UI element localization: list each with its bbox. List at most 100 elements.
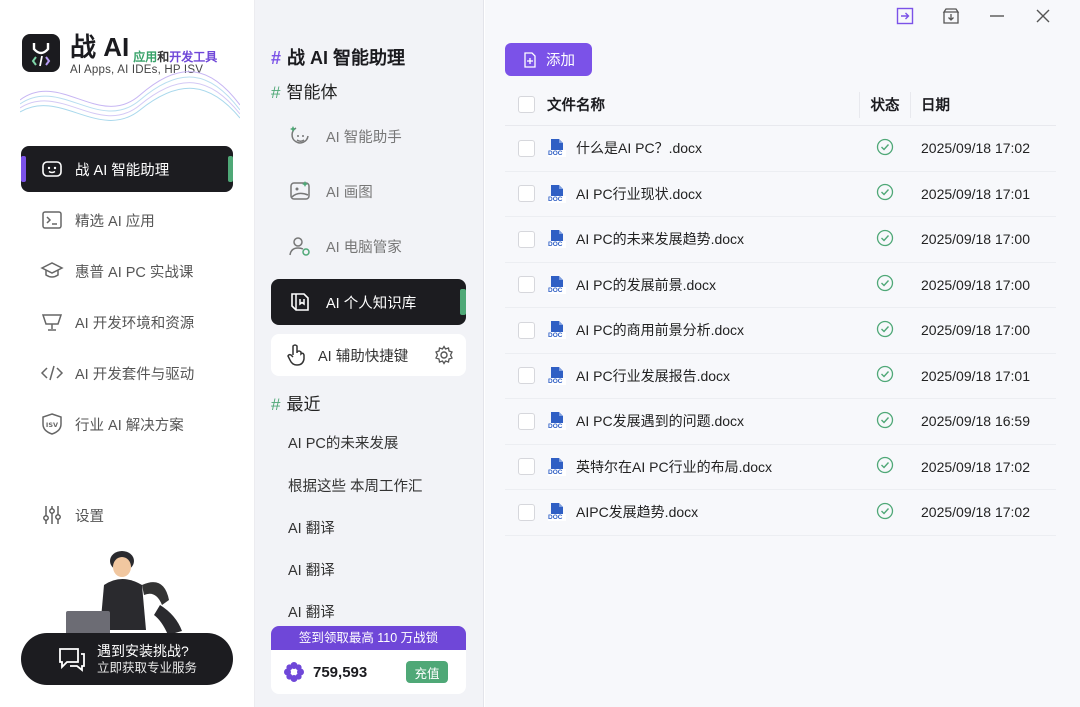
row-checkbox[interactable] — [517, 276, 535, 294]
support-title: 遇到安装挑战? — [97, 642, 189, 659]
doc-badge: DOC — [548, 514, 563, 522]
select-all-checkbox[interactable] — [517, 96, 535, 113]
column-header-date[interactable]: 日期 — [911, 94, 950, 115]
agent-pc-manager[interactable]: AI 电脑管家 — [271, 223, 466, 269]
file-name[interactable]: AI PC行业现状.docx — [576, 184, 702, 204]
file-name[interactable]: AIPC发展趋势.docx — [576, 502, 698, 522]
sidebar-item-dev-env[interactable]: AI 开发环境和资源 — [21, 299, 233, 345]
row-checkbox[interactable] — [517, 503, 535, 521]
status-check-icon — [876, 411, 894, 432]
recent-heading: # 最近 — [271, 395, 321, 414]
recent-item[interactable]: 根据这些 本周工作汇 — [288, 475, 423, 496]
agent-shortcuts[interactable]: AI 辅助快捷键 — [271, 334, 466, 376]
knowledge-base-content: 添加 文件名称 状态 日期 DOC 什么是AI PC？.docx 2025/09/1… — [485, 0, 1080, 707]
support-button[interactable]: 遇到安装挑战? 立即获取专业服务 — [21, 633, 233, 685]
sidebar-item-solutions[interactable]: ISV 行业 AI 解决方案 — [21, 401, 233, 447]
doc-badge: DOC — [548, 468, 563, 476]
table-row[interactable]: DOC AI PC行业发展报告.docx 2025/09/18 17:01 — [505, 354, 1056, 399]
add-file-button[interactable]: 添加 — [505, 43, 592, 76]
hash-mark: # — [271, 395, 281, 414]
row-checkbox[interactable] — [517, 367, 535, 385]
sidebar-item-label: 精选 AI 应用 — [75, 213, 155, 230]
status-check-icon — [876, 229, 894, 250]
file-name[interactable]: 英特尔在AI PC行业的布局.docx — [576, 457, 772, 477]
file-table: 文件名称 状态 日期 DOC 什么是AI PC？.docx 2025/09/18 1… — [505, 84, 1056, 536]
agent-label: AI 个人知识库 — [326, 295, 417, 312]
table-row[interactable]: DOC 英特尔在AI PC行业的布局.docx 2025/09/18 17:02 — [505, 445, 1056, 490]
sidebar-item-apps[interactable]: 精选 AI 应用 — [21, 197, 233, 243]
sidebar-item-dev-kits[interactable]: AI 开发套件与驱动 — [21, 350, 233, 396]
docx-file-icon: DOC — [547, 275, 567, 295]
agent-ai-draw[interactable]: AI 画图 — [271, 168, 466, 214]
image-icon — [287, 178, 313, 204]
table-row[interactable]: DOC 什么是AI PC？.docx 2025/09/18 17:02 — [505, 126, 1056, 172]
docx-file-icon: DOC — [547, 229, 567, 249]
table-row[interactable]: DOC AIPC发展趋势.docx 2025/09/18 17:02 — [505, 490, 1056, 536]
sliders-icon — [39, 502, 65, 528]
isv-shield-icon: ISV — [39, 411, 65, 437]
terminal-icon — [39, 207, 65, 233]
table-row[interactable]: DOC AI PC的发展前景.docx 2025/09/18 17:00 — [505, 263, 1056, 308]
points-value: 759,593 — [313, 663, 368, 681]
recharge-button[interactable]: 充值 — [406, 661, 448, 683]
recent-item[interactable]: AI 翻译 — [288, 517, 335, 538]
table-row[interactable]: DOC AI PC行业现状.docx 2025/09/18 17:01 — [505, 172, 1056, 217]
recent-item[interactable]: AI 翻译 — [288, 601, 335, 622]
support-character-illustration — [64, 551, 182, 637]
file-date: 2025/09/18 17:00 — [921, 231, 1030, 248]
file-date: 2025/09/18 17:00 — [921, 322, 1030, 339]
file-name[interactable]: 什么是AI PC？.docx — [576, 138, 702, 158]
file-name[interactable]: AI PC行业发展报告.docx — [576, 366, 730, 386]
doc-badge: DOC — [548, 286, 563, 294]
points-card: 签到领取最高 110 万战锁 759,593 充值 — [271, 626, 466, 694]
docx-file-icon: DOC — [547, 457, 567, 477]
table-header: 文件名称 状态 日期 — [505, 84, 1056, 126]
status-check-icon — [876, 365, 894, 386]
close-button[interactable] — [1020, 6, 1066, 30]
agent-label: AI 智能助手 — [326, 129, 402, 146]
row-checkbox[interactable] — [517, 412, 535, 430]
window-pin-icon — [896, 7, 914, 30]
gear-icon[interactable] — [434, 345, 454, 365]
file-name[interactable]: AI PC的商用前景分析.docx — [576, 320, 744, 340]
sidebar-item-label: AI 开发环境和资源 — [75, 315, 195, 332]
graduation-cap-icon — [39, 258, 65, 284]
agent-knowledge-base[interactable]: AI 个人知识库 — [271, 279, 466, 325]
table-row[interactable]: DOC AI PC的未来发展趋势.docx 2025/09/18 17:00 — [505, 217, 1056, 263]
download-button[interactable] — [928, 6, 974, 30]
recent-item[interactable]: AI PC的未来发展 — [288, 432, 398, 453]
robot-face-icon — [39, 156, 65, 182]
row-checkbox[interactable] — [517, 139, 535, 157]
file-date: 2025/09/18 17:02 — [921, 140, 1030, 157]
file-name[interactable]: AI PC发展遇到的问题.docx — [576, 411, 744, 431]
file-name[interactable]: AI PC的未来发展趋势.docx — [576, 229, 744, 249]
monitor-icon — [39, 309, 65, 335]
docx-file-icon: DOC — [547, 502, 567, 522]
window-controls — [882, 6, 1066, 30]
table-row[interactable]: DOC AI PC的商用前景分析.docx 2025/09/18 17:00 — [505, 308, 1056, 354]
status-check-icon — [876, 320, 894, 341]
table-row[interactable]: DOC AI PC发展遇到的问题.docx 2025/09/18 16:59 — [505, 399, 1056, 445]
column-header-name[interactable]: 文件名称 — [547, 94, 859, 115]
sidebar-nav: 战 AI 智能助理 精选 AI 应用 惠普 AI PC 实战课 AI 开发环境和… — [21, 146, 233, 452]
add-file-label: 添加 — [546, 53, 575, 69]
row-checkbox[interactable] — [517, 185, 535, 203]
assistant-panel: # 战 AI 智能助理 # 智能体 AI 智能助手 AI 画图 AI 电脑管家 AI… — [255, 0, 484, 707]
doc-badge: DOC — [548, 150, 563, 158]
file-date: 2025/09/18 17:02 — [921, 504, 1030, 521]
sidebar-item-courses[interactable]: 惠普 AI PC 实战课 — [21, 248, 233, 294]
file-name[interactable]: AI PC的发展前景.docx — [576, 275, 716, 295]
row-checkbox[interactable] — [517, 230, 535, 248]
left-sidebar: 战 AI 应用和开发工具 AI Apps, AI IDEs, HP ISV 战 A… — [0, 0, 255, 707]
pin-button[interactable] — [882, 6, 928, 30]
minimize-button[interactable] — [974, 6, 1020, 30]
recent-item[interactable]: AI 翻译 — [288, 559, 335, 580]
column-header-status[interactable]: 状态 — [859, 91, 911, 118]
checkin-promo[interactable]: 签到领取最高 110 万战锁 — [271, 626, 466, 650]
row-checkbox[interactable] — [517, 458, 535, 476]
agent-ai-assistant[interactable]: AI 智能助手 — [271, 113, 466, 159]
row-checkbox[interactable] — [517, 321, 535, 339]
settings-button[interactable]: 设置 — [21, 492, 233, 538]
status-check-icon — [876, 183, 894, 204]
sidebar-item-assistant[interactable]: 战 AI 智能助理 — [21, 146, 233, 192]
